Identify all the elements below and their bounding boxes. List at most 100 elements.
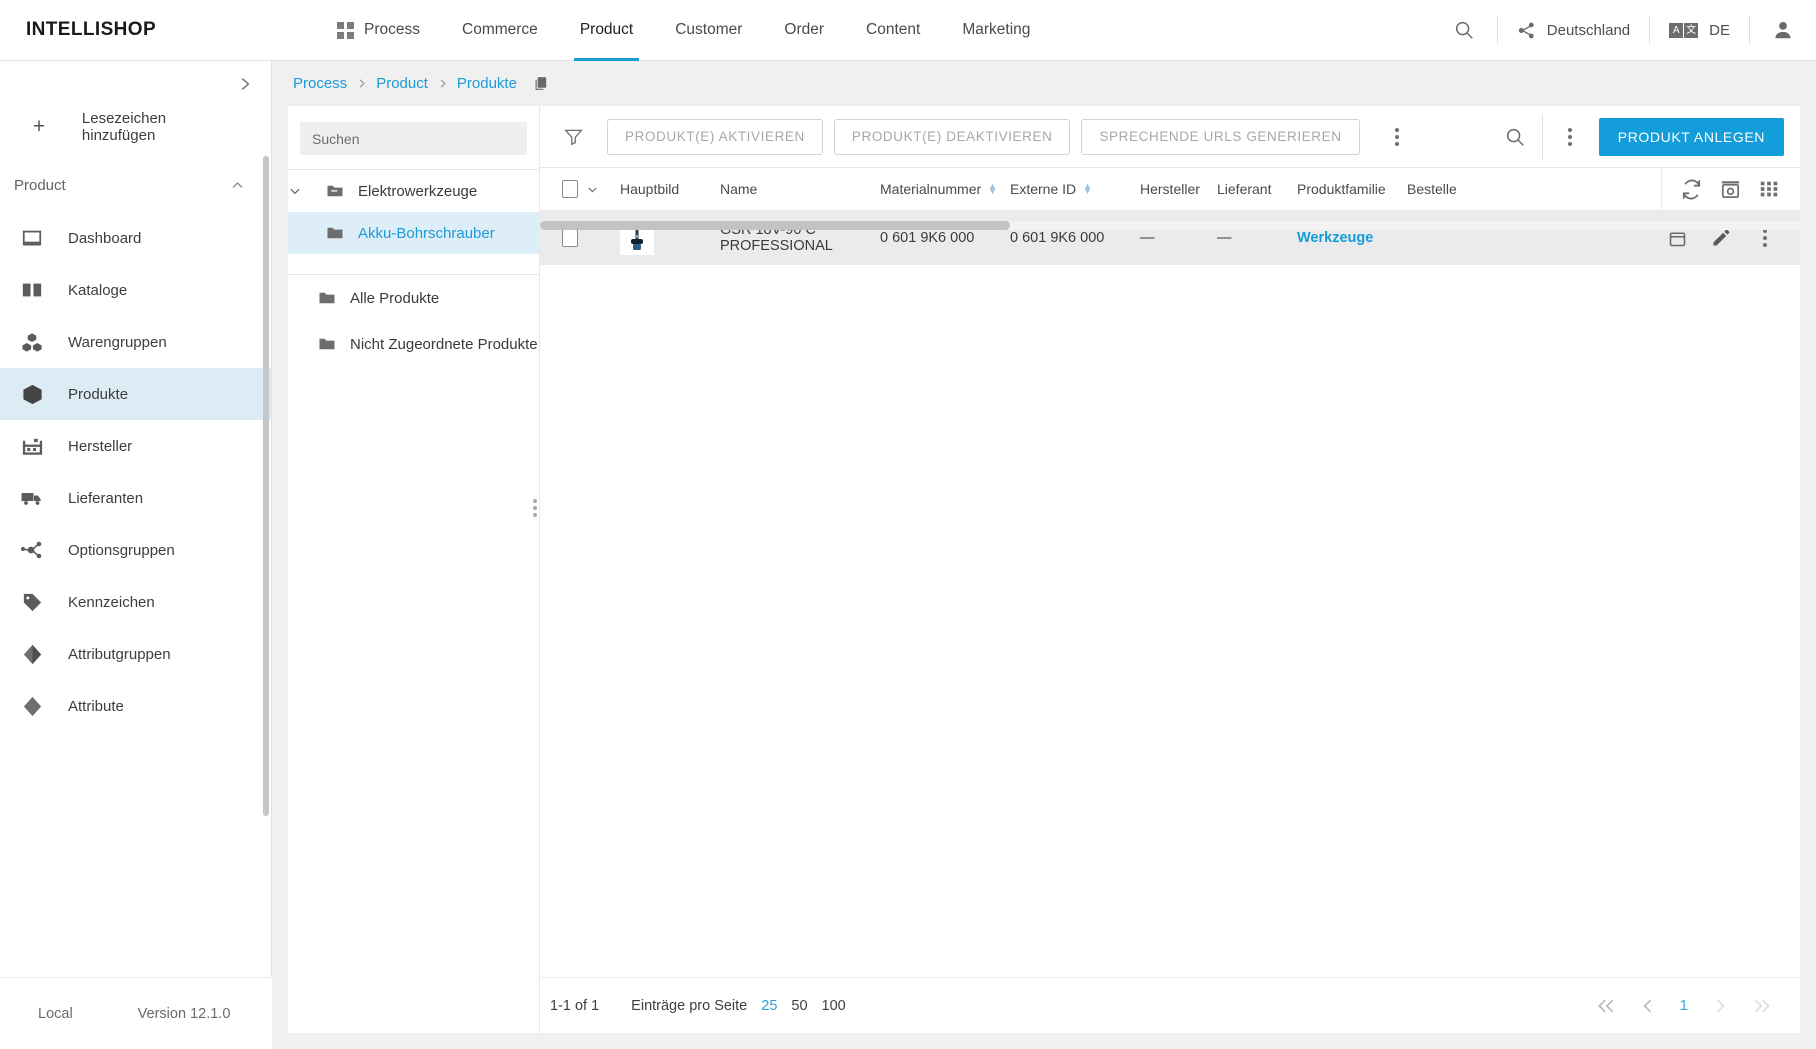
- table-row[interactable]: GSR 18V-90 C PROFESSIONAL 0 601 9K6 000 …: [540, 211, 1800, 265]
- refresh-button[interactable]: [1680, 178, 1703, 201]
- deactivate-products-button[interactable]: PRODUKT(E) DEAKTIVIEREN: [833, 118, 1071, 155]
- breadcrumb-item-produkte[interactable]: Produkte: [457, 75, 517, 92]
- column-header-hauptbild[interactable]: Hauptbild: [620, 181, 680, 197]
- refresh-icon: [1682, 179, 1701, 199]
- double-chevron-right-icon: [1754, 999, 1770, 1012]
- column-header-bestellen[interactable]: Bestelle: [1407, 181, 1497, 197]
- column-header-hersteller[interactable]: Hersteller: [1140, 181, 1217, 197]
- record-range-label: 1-1 of 1: [550, 997, 600, 1014]
- sidebar-scrollbar[interactable]: [263, 156, 269, 816]
- grid-view-button[interactable]: [1758, 178, 1780, 200]
- product-table-pane: PRODUKT(E) AKTIVIEREN PRODUKT(E) DEAKTIV…: [540, 106, 1800, 1033]
- sidebar-item-label: Warengruppen: [68, 333, 167, 351]
- tree-nodes: Elektrowerkzeuge Akku-Bohrschrauber: [288, 169, 539, 254]
- nav-item-content[interactable]: Content: [845, 0, 941, 61]
- filter-button[interactable]: [550, 114, 596, 160]
- sidebar-item-attribute[interactable]: Attribute: [0, 680, 271, 732]
- select-all-checkbox[interactable]: [562, 180, 578, 198]
- archive-button[interactable]: [1719, 178, 1742, 201]
- sidebar-section-product[interactable]: Product: [0, 164, 271, 206]
- data-grid: Hauptbild Name Materialnummer ▲ ▼ Externe…: [540, 167, 1800, 977]
- create-product-button[interactable]: PRODUKT ANLEGEN: [1598, 117, 1784, 156]
- sort-icon[interactable]: ▲ ▼: [1083, 182, 1092, 196]
- sidebar-item-kataloge[interactable]: Kataloge: [0, 264, 271, 316]
- nav-item-commerce[interactable]: Commerce: [441, 0, 559, 61]
- tree-node-label: Elektrowerkzeuge: [358, 182, 478, 200]
- sidebar-section-title: Product: [14, 176, 66, 194]
- per-page-label: Einträge pro Seite: [631, 997, 748, 1014]
- sidebar-item-attributgruppen[interactable]: Attributgruppen: [0, 628, 271, 680]
- language-selector[interactable]: A文 DE: [1650, 22, 1749, 39]
- per-page-option-25[interactable]: 25: [761, 998, 777, 1014]
- pagination-last-button[interactable]: [1752, 996, 1772, 1016]
- horizontal-scrollbar-thumb[interactable]: [540, 221, 1010, 230]
- sidebar-item-optionsgruppen[interactable]: Optionsgruppen: [0, 524, 271, 576]
- per-page-option-100[interactable]: 100: [822, 998, 846, 1014]
- sidebar-item-produkte[interactable]: Produkte: [0, 368, 271, 420]
- tree-node-elektrowerkzeuge[interactable]: Elektrowerkzeuge: [288, 170, 539, 212]
- sidebar-item-kennzeichen[interactable]: Kennzeichen: [0, 576, 271, 628]
- more-vertical-icon: [1567, 127, 1572, 146]
- sidebar-item-dashboard[interactable]: Dashboard: [0, 212, 271, 264]
- add-bookmark-button[interactable]: + Lesezeichen hinzufügen: [0, 106, 271, 148]
- archive-icon: [1721, 180, 1740, 198]
- per-page-option-50[interactable]: 50: [791, 998, 807, 1014]
- nav-item-product[interactable]: Product: [559, 0, 654, 61]
- tree-node-nicht-zugeordnete-produkte[interactable]: Nicht Zugeordnete Produkte: [288, 321, 539, 367]
- sort-icon[interactable]: ▲ ▼: [988, 182, 997, 196]
- sidebar-item-lieferanten[interactable]: Lieferanten: [0, 472, 271, 524]
- column-header-lieferant[interactable]: Lieferant: [1217, 181, 1297, 197]
- sidebar-item-label: Optionsgruppen: [68, 541, 175, 559]
- nav-label: Content: [866, 21, 921, 38]
- horizontal-scrollbar-track[interactable]: [540, 221, 1800, 230]
- column-label: Hauptbild: [620, 181, 680, 197]
- activate-products-button[interactable]: PRODUKT(E) AKTIVIEREN: [607, 118, 823, 155]
- column-header-produktfamilie[interactable]: Produktfamilie: [1297, 181, 1407, 197]
- row-checkbox[interactable]: [562, 229, 578, 247]
- translate-icon: A文: [1669, 22, 1699, 38]
- nav-item-order[interactable]: Order: [763, 0, 845, 61]
- pagination-prev-button[interactable]: [1638, 996, 1658, 1016]
- tree-node-alle-produkte[interactable]: Alle Produkte: [288, 275, 539, 321]
- pagination-current-page[interactable]: 1: [1680, 997, 1688, 1014]
- sidebar-collapse-button[interactable]: [219, 61, 271, 107]
- copy-icon[interactable]: [532, 75, 549, 92]
- pagination-next-button[interactable]: [1710, 996, 1730, 1016]
- top-right-actions: Deutschland A文 DE: [1431, 0, 1816, 61]
- generate-urls-button[interactable]: SPRECHENDE URLS GENERIEREN: [1081, 118, 1360, 155]
- cell-produktfamilie[interactable]: Werkzeuge: [1297, 230, 1373, 246]
- cell-materialnummer: 0 601 9K6 000: [880, 230, 975, 246]
- column-header-materialnummer[interactable]: Materialnummer ▲ ▼: [880, 181, 1010, 197]
- table-header-row: Hauptbild Name Materialnummer ▲ ▼ Externe…: [540, 167, 1800, 211]
- search-input[interactable]: [300, 122, 527, 155]
- column-header-name[interactable]: Name: [680, 181, 880, 197]
- chevron-down-icon[interactable]: [288, 184, 320, 198]
- chevron-down-icon[interactable]: [586, 183, 599, 196]
- tree-node-akku-bohrschrauber[interactable]: Akku-Bohrschrauber: [288, 212, 539, 254]
- table-search-button[interactable]: [1492, 114, 1538, 160]
- breadcrumb: Process Product Produkte: [272, 61, 1816, 106]
- sidebar-item-label: Lieferanten: [68, 489, 144, 507]
- top-navigation-bar: INTELLISHOP Process Commerce Product Cus…: [0, 0, 1816, 61]
- column-label: Externe ID: [1010, 181, 1077, 197]
- breadcrumb-separator: [356, 78, 367, 89]
- breadcrumb-item-process[interactable]: Process: [293, 75, 347, 92]
- toolbar-overflow-button[interactable]: [1374, 114, 1420, 160]
- global-search-button[interactable]: [1431, 19, 1497, 41]
- column-label: Lieferant: [1217, 181, 1272, 197]
- table-settings-button[interactable]: [1547, 114, 1593, 160]
- column-header-externe-id[interactable]: Externe ID ▲ ▼: [1010, 181, 1140, 197]
- nav-item-marketing[interactable]: Marketing: [941, 0, 1051, 61]
- sidebar-item-hersteller[interactable]: Hersteller: [0, 420, 271, 472]
- country-selector[interactable]: Deutschland: [1498, 21, 1649, 40]
- tag-icon: [14, 591, 50, 614]
- user-icon: [1775, 22, 1791, 39]
- folder-icon: [312, 335, 342, 353]
- breadcrumb-item-product[interactable]: Product: [376, 75, 428, 92]
- nav-item-customer[interactable]: Customer: [654, 0, 763, 61]
- sidebar-item-warengruppen[interactable]: Warengruppen: [0, 316, 271, 368]
- pagination-first-button[interactable]: [1596, 996, 1616, 1016]
- sidebar-nav-list: Dashboard Kataloge Warengruppen Produkte…: [0, 212, 271, 732]
- account-button[interactable]: [1750, 19, 1816, 41]
- nav-item-process[interactable]: Process: [316, 0, 441, 61]
